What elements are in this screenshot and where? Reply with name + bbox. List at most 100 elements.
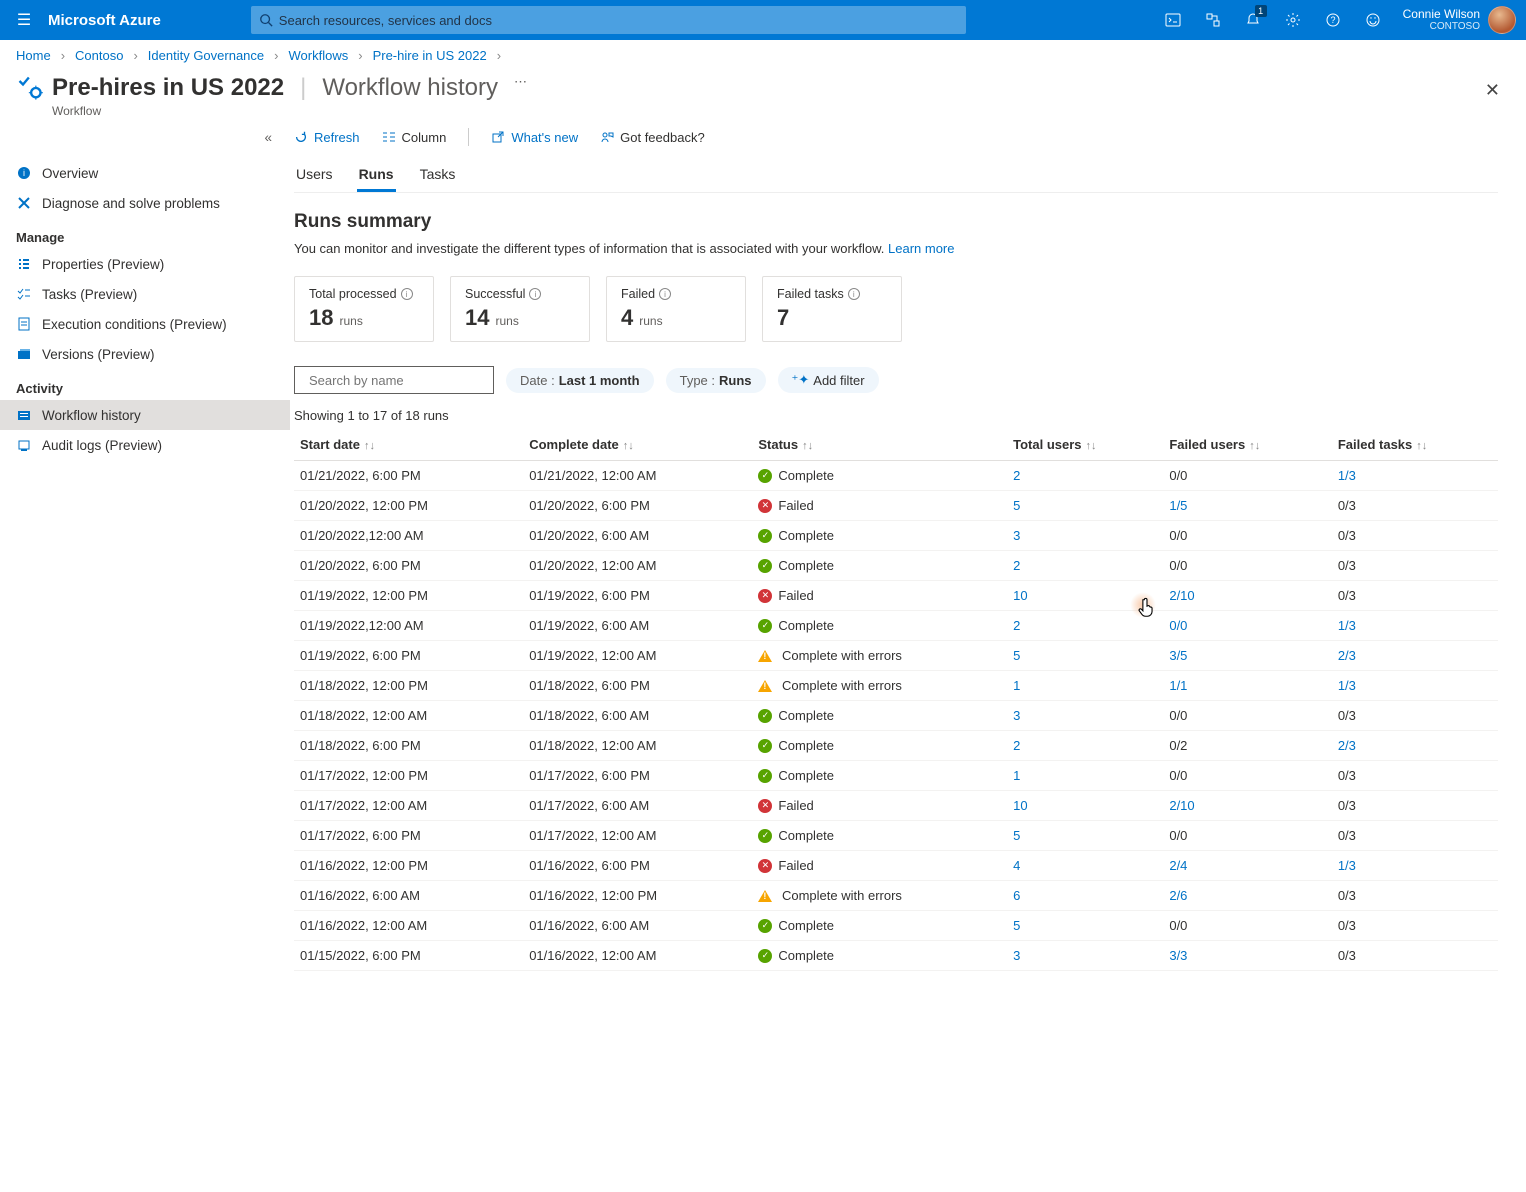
table-row[interactable]: 01/20/2022, 6:00 PM01/20/2022, 12:00 AM✓… [294, 551, 1498, 581]
cell-failedtasks[interactable]: 1/3 [1332, 461, 1498, 491]
feedback-button[interactable]: Got feedback? [600, 130, 705, 145]
cell-totalusers[interactable]: 5 [1007, 491, 1163, 521]
col-failedtasks[interactable]: Failed tasks↑↓ [1332, 429, 1498, 461]
column-button[interactable]: Column [382, 130, 447, 145]
sidebar-item-workflow-history[interactable]: Workflow history [0, 400, 290, 430]
info-icon[interactable]: i [529, 288, 541, 300]
sidebar-item-diagnose[interactable]: Diagnose and solve problems [0, 188, 290, 218]
cell-failedusers[interactable]: 2/10 [1163, 791, 1331, 821]
sidebar-item-audit[interactable]: Audit logs (Preview) [0, 430, 290, 460]
sidebar-item-versions[interactable]: Versions (Preview) [0, 339, 290, 369]
breadcrumb-item[interactable]: Home [16, 48, 51, 63]
collapse-sidebar-icon[interactable]: « [264, 130, 272, 145]
cell-failedusers[interactable]: 3/5 [1163, 641, 1331, 671]
tab-runs[interactable]: Runs [357, 160, 396, 192]
filter-date[interactable]: Date : Last 1 month [506, 368, 654, 393]
cell-totalusers[interactable]: 10 [1007, 791, 1163, 821]
cell-totalusers[interactable]: 2 [1007, 611, 1163, 641]
col-totalusers[interactable]: Total users↑↓ [1007, 429, 1163, 461]
cell-failedusers[interactable]: 0/0 [1163, 611, 1331, 641]
cell-totalusers[interactable]: 3 [1007, 941, 1163, 971]
cell-failedusers[interactable]: 2/4 [1163, 851, 1331, 881]
search-by-name-input[interactable] [309, 373, 485, 388]
table-row[interactable]: 01/17/2022, 12:00 PM01/17/2022, 6:00 PM✓… [294, 761, 1498, 791]
refresh-button[interactable]: Refresh [294, 130, 360, 145]
table-row[interactable]: 01/17/2022, 12:00 AM01/17/2022, 6:00 AM✕… [294, 791, 1498, 821]
table-row[interactable]: 01/19/2022, 12:00 PM01/19/2022, 6:00 PM✕… [294, 581, 1498, 611]
cell-totalusers[interactable]: 1 [1007, 761, 1163, 791]
cell-start: 01/16/2022, 12:00 PM [294, 851, 523, 881]
table-row[interactable]: 01/17/2022, 6:00 PM01/17/2022, 12:00 AM✓… [294, 821, 1498, 851]
whatsnew-button[interactable]: What's new [491, 130, 578, 145]
table-row[interactable]: 01/21/2022, 6:00 PM01/21/2022, 12:00 AM✓… [294, 461, 1498, 491]
settings-icon[interactable] [1273, 0, 1313, 40]
add-filter-button[interactable]: ⁺✦Add filter [778, 367, 879, 393]
tab-tasks[interactable]: Tasks [418, 160, 458, 192]
table-row[interactable]: 01/20/2022,12:00 AM01/20/2022, 6:00 AM✓C… [294, 521, 1498, 551]
search-by-name[interactable] [294, 366, 494, 394]
sidebar-item-execution[interactable]: Execution conditions (Preview) [0, 309, 290, 339]
cell-failedusers[interactable]: 2/10 [1163, 581, 1331, 611]
global-search-input[interactable] [279, 13, 958, 28]
cell-totalusers[interactable]: 5 [1007, 641, 1163, 671]
breadcrumb-item[interactable]: Pre-hire in US 2022 [373, 48, 487, 63]
learn-more-link[interactable]: Learn more [888, 241, 954, 256]
cell-totalusers[interactable]: 4 [1007, 851, 1163, 881]
cell-totalusers[interactable]: 10 [1007, 581, 1163, 611]
global-search[interactable] [251, 6, 966, 34]
tab-users[interactable]: Users [294, 160, 335, 192]
feedback-icon[interactable] [1353, 0, 1393, 40]
cell-failedusers[interactable]: 2/6 [1163, 881, 1331, 911]
cell-totalusers[interactable]: 6 [1007, 881, 1163, 911]
col-start[interactable]: Start date↑↓ [294, 429, 523, 461]
breadcrumb-item[interactable]: Workflows [289, 48, 349, 63]
col-status[interactable]: Status↑↓ [752, 429, 1007, 461]
info-icon[interactable]: i [401, 288, 413, 300]
cell-failedusers[interactable]: 1/5 [1163, 491, 1331, 521]
table-row[interactable]: 01/15/2022, 6:00 PM01/16/2022, 12:00 AM✓… [294, 941, 1498, 971]
sidebar-item-overview[interactable]: iOverview [0, 158, 290, 188]
table-row[interactable]: 01/19/2022,12:00 AM01/19/2022, 6:00 AM✓C… [294, 611, 1498, 641]
help-icon[interactable]: ? [1313, 0, 1353, 40]
breadcrumb-item[interactable]: Identity Governance [148, 48, 264, 63]
cell-totalusers[interactable]: 3 [1007, 521, 1163, 551]
table-row[interactable]: 01/18/2022, 12:00 PM01/18/2022, 6:00 PM … [294, 671, 1498, 701]
table-row[interactable]: 01/16/2022, 6:00 AM01/16/2022, 12:00 PM … [294, 881, 1498, 911]
more-icon[interactable]: ⋯ [514, 74, 527, 90]
account-menu[interactable]: Connie Wilson CONTOSO [1393, 6, 1526, 34]
cell-failedtasks[interactable]: 1/3 [1332, 611, 1498, 641]
cell-totalusers[interactable]: 3 [1007, 701, 1163, 731]
sidebar-item-tasks[interactable]: Tasks (Preview) [0, 279, 290, 309]
cell-totalusers[interactable]: 2 [1007, 461, 1163, 491]
col-failedusers[interactable]: Failed users↑↓ [1163, 429, 1331, 461]
cell-totalusers[interactable]: 2 [1007, 551, 1163, 581]
cell-failedtasks[interactable]: 1/3 [1332, 851, 1498, 881]
info-icon[interactable]: i [848, 288, 860, 300]
cell-failedusers[interactable]: 1/1 [1163, 671, 1331, 701]
cell-totalusers[interactable]: 1 [1007, 671, 1163, 701]
table-row[interactable]: 01/16/2022, 12:00 AM01/16/2022, 6:00 AM✓… [294, 911, 1498, 941]
cell-failedusers[interactable]: 3/3 [1163, 941, 1331, 971]
cell-totalusers[interactable]: 5 [1007, 911, 1163, 941]
brand-label[interactable]: Microsoft Azure [48, 12, 161, 29]
close-icon[interactable]: ✕ [1475, 74, 1510, 107]
cell-failedtasks[interactable]: 1/3 [1332, 671, 1498, 701]
cell-failedtasks[interactable]: 2/3 [1332, 641, 1498, 671]
cell-totalusers[interactable]: 5 [1007, 821, 1163, 851]
table-row[interactable]: 01/18/2022, 6:00 PM01/18/2022, 12:00 AM✓… [294, 731, 1498, 761]
cell-totalusers[interactable]: 2 [1007, 731, 1163, 761]
sidebar-item-properties[interactable]: Properties (Preview) [0, 249, 290, 279]
hamburger-icon[interactable]: ☰ [0, 10, 48, 30]
notifications-icon[interactable]: 1 [1233, 0, 1273, 40]
table-row[interactable]: 01/16/2022, 12:00 PM01/16/2022, 6:00 PM✕… [294, 851, 1498, 881]
cell-failedtasks[interactable]: 2/3 [1332, 731, 1498, 761]
filter-type[interactable]: Type : Runs [666, 368, 766, 393]
col-complete[interactable]: Complete date↑↓ [523, 429, 752, 461]
directory-icon[interactable] [1193, 0, 1233, 40]
breadcrumb-item[interactable]: Contoso [75, 48, 123, 63]
info-icon[interactable]: i [659, 288, 671, 300]
table-row[interactable]: 01/19/2022, 6:00 PM01/19/2022, 12:00 AM … [294, 641, 1498, 671]
cloud-shell-icon[interactable] [1153, 0, 1193, 40]
table-row[interactable]: 01/20/2022, 12:00 PM01/20/2022, 6:00 PM✕… [294, 491, 1498, 521]
table-row[interactable]: 01/18/2022, 12:00 AM01/18/2022, 6:00 AM✓… [294, 701, 1498, 731]
